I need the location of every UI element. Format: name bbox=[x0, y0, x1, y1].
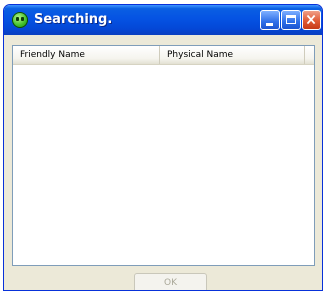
maximize-icon bbox=[286, 15, 296, 24]
window-title: Searching. bbox=[34, 12, 113, 27]
close-icon bbox=[306, 14, 316, 25]
green-face-icon bbox=[12, 12, 28, 28]
devices-list[interactable]: Friendly Name Physical Name bbox=[12, 45, 315, 266]
searching-dialog: Searching. Friendly Name Physical Name O… bbox=[3, 4, 323, 291]
list-header: Friendly Name Physical Name bbox=[13, 46, 314, 65]
close-button[interactable] bbox=[302, 10, 321, 30]
title-bar[interactable]: Searching. bbox=[4, 5, 322, 35]
column-header-filler bbox=[305, 46, 314, 64]
maximize-button[interactable] bbox=[281, 10, 301, 30]
column-header-physical-name[interactable]: Physical Name bbox=[160, 46, 305, 64]
minimize-button[interactable] bbox=[260, 10, 280, 30]
ok-button[interactable]: OK bbox=[134, 273, 207, 290]
column-header-friendly-name[interactable]: Friendly Name bbox=[13, 46, 160, 64]
minimize-icon bbox=[266, 23, 273, 26]
